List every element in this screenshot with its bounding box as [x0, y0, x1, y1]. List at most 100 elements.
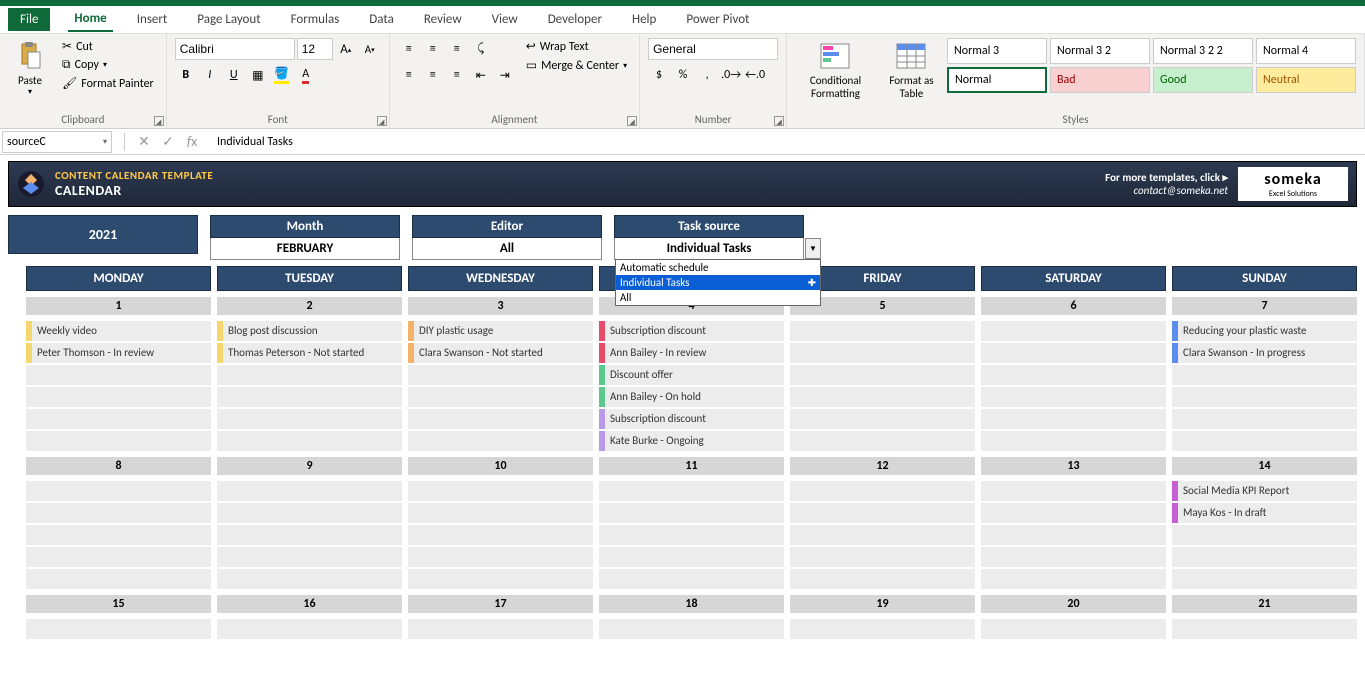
- accounting-format-icon[interactable]: $: [648, 64, 670, 86]
- day-number[interactable]: 8: [26, 457, 211, 475]
- tab-view[interactable]: View: [486, 8, 524, 31]
- day-cell[interactable]: [408, 619, 593, 639]
- day-cell[interactable]: [217, 481, 402, 589]
- editor-value[interactable]: All: [412, 238, 602, 260]
- source-value[interactable]: Individual Tasks ▼ Automatic scheduleInd…: [614, 238, 804, 260]
- bold-button[interactable]: B: [175, 64, 197, 86]
- source-option[interactable]: Individual Tasks: [616, 275, 820, 290]
- paste-button[interactable]: Paste ▾: [8, 38, 52, 99]
- task-item[interactable]: Peter Thomson - In review: [26, 343, 211, 363]
- day-cell[interactable]: Social Media KPI ReportMaya Kos - In dra…: [1172, 481, 1357, 589]
- align-right-icon[interactable]: ≡: [446, 64, 468, 86]
- style-normal-3-2[interactable]: Normal 3 2: [1050, 38, 1150, 64]
- cut-button[interactable]: ✂ Cut: [58, 38, 158, 55]
- day-number[interactable]: 21: [1172, 595, 1357, 613]
- task-item[interactable]: Social Media KPI Report: [1172, 481, 1357, 501]
- tab-help[interactable]: Help: [626, 8, 662, 31]
- day-number[interactable]: 3: [408, 297, 593, 315]
- day-cell[interactable]: [981, 321, 1166, 451]
- day-number[interactable]: 11: [599, 457, 784, 475]
- conditional-formatting-button[interactable]: Conditional Formatting: [795, 38, 876, 102]
- style-normal-4[interactable]: Normal 4: [1256, 38, 1356, 64]
- day-cell[interactable]: Reducing your plastic wasteClara Swanson…: [1172, 321, 1357, 451]
- tab-formulas[interactable]: Formulas: [285, 8, 346, 31]
- more-templates-link[interactable]: For more templates, click ▸: [1105, 171, 1228, 184]
- align-bottom-icon[interactable]: ≡: [446, 38, 468, 60]
- day-cell[interactable]: [790, 619, 975, 639]
- day-cell[interactable]: Blog post discussionThomas Peterson - No…: [217, 321, 402, 451]
- style-neutral[interactable]: Neutral: [1256, 67, 1356, 93]
- year-filter[interactable]: 2021: [8, 215, 198, 254]
- task-item[interactable]: Subscription discount: [599, 409, 784, 429]
- day-number[interactable]: 10: [408, 457, 593, 475]
- fx-icon[interactable]: fx: [183, 133, 201, 150]
- task-item[interactable]: Weekly video: [26, 321, 211, 341]
- decrease-font-icon[interactable]: A▾: [359, 38, 381, 60]
- style-normal[interactable]: Normal: [947, 67, 1047, 93]
- tab-page-layout[interactable]: Page Layout: [191, 8, 266, 31]
- cancel-icon[interactable]: ✕: [135, 133, 153, 150]
- day-number[interactable]: 16: [217, 595, 402, 613]
- task-item[interactable]: Kate Burke - Ongoing: [599, 431, 784, 451]
- day-cell[interactable]: Weekly videoPeter Thomson - In review: [26, 321, 211, 451]
- source-option[interactable]: Automatic schedule: [616, 260, 820, 275]
- task-item[interactable]: Clara Swanson - Not started: [408, 343, 593, 363]
- tab-data[interactable]: Data: [363, 8, 400, 31]
- task-item[interactable]: Thomas Peterson - Not started: [217, 343, 402, 363]
- increase-font-icon[interactable]: A▴: [335, 38, 357, 60]
- day-number[interactable]: 15: [26, 595, 211, 613]
- day-number[interactable]: 19: [790, 595, 975, 613]
- style-bad[interactable]: Bad: [1050, 67, 1150, 93]
- align-center-icon[interactable]: ≡: [422, 64, 444, 86]
- tab-home[interactable]: Home: [68, 7, 112, 32]
- source-option[interactable]: All: [616, 290, 820, 305]
- underline-button[interactable]: U: [223, 64, 245, 86]
- day-cell[interactable]: Subscription discountAnn Bailey - In rev…: [599, 321, 784, 451]
- align-middle-icon[interactable]: ≡: [422, 38, 444, 60]
- style-good[interactable]: Good: [1153, 67, 1253, 93]
- tab-developer[interactable]: Developer: [542, 8, 608, 31]
- day-number[interactable]: 12: [790, 457, 975, 475]
- day-cell[interactable]: [981, 619, 1166, 639]
- task-item[interactable]: Subscription discount: [599, 321, 784, 341]
- task-item[interactable]: Ann Bailey - On hold: [599, 387, 784, 407]
- day-cell[interactable]: [408, 481, 593, 589]
- font-name-combo[interactable]: [175, 38, 295, 60]
- day-number[interactable]: 1: [26, 297, 211, 315]
- tab-power-pivot[interactable]: Power Pivot: [680, 8, 755, 31]
- style-normal-3[interactable]: Normal 3: [947, 38, 1047, 64]
- day-cell[interactable]: [26, 619, 211, 639]
- day-cell[interactable]: [599, 481, 784, 589]
- format-as-table-button[interactable]: Format as Table: [882, 38, 941, 102]
- day-cell[interactable]: DIY plastic usageClara Swanson - Not sta…: [408, 321, 593, 451]
- decrease-indent-icon[interactable]: ⇤: [470, 64, 492, 86]
- style-normal-3-2-2[interactable]: Normal 3 2 2: [1153, 38, 1253, 64]
- day-number[interactable]: 20: [981, 595, 1166, 613]
- task-item[interactable]: Maya Kos - In draft: [1172, 503, 1357, 523]
- day-number[interactable]: 6: [981, 297, 1166, 315]
- tab-insert[interactable]: Insert: [131, 8, 174, 31]
- day-cell[interactable]: [1172, 619, 1357, 639]
- day-number[interactable]: 18: [599, 595, 784, 613]
- font-color-button[interactable]: A: [295, 64, 317, 86]
- day-cell[interactable]: [981, 481, 1166, 589]
- name-box[interactable]: sourceC ▾: [2, 131, 112, 153]
- align-top-icon[interactable]: ≡: [398, 38, 420, 60]
- tab-review[interactable]: Review: [418, 8, 468, 31]
- dropdown-arrow-icon[interactable]: ▼: [805, 238, 821, 259]
- tab-file[interactable]: File: [8, 8, 50, 31]
- day-cell[interactable]: [790, 481, 975, 589]
- comma-format-icon[interactable]: ,: [696, 64, 718, 86]
- day-number[interactable]: 7: [1172, 297, 1357, 315]
- italic-button[interactable]: I: [199, 64, 221, 86]
- day-cell[interactable]: [790, 321, 975, 451]
- month-value[interactable]: FEBRUARY: [210, 238, 400, 260]
- task-item[interactable]: Clara Swanson - In progress: [1172, 343, 1357, 363]
- font-size-combo[interactable]: [297, 38, 333, 60]
- day-number[interactable]: 9: [217, 457, 402, 475]
- merge-center-button[interactable]: ▭ Merge & Center ▾: [522, 57, 631, 74]
- day-number[interactable]: 13: [981, 457, 1166, 475]
- border-button[interactable]: ▦: [247, 64, 269, 86]
- increase-decimal-icon[interactable]: .0→: [720, 64, 742, 86]
- number-format-combo[interactable]: [648, 38, 778, 60]
